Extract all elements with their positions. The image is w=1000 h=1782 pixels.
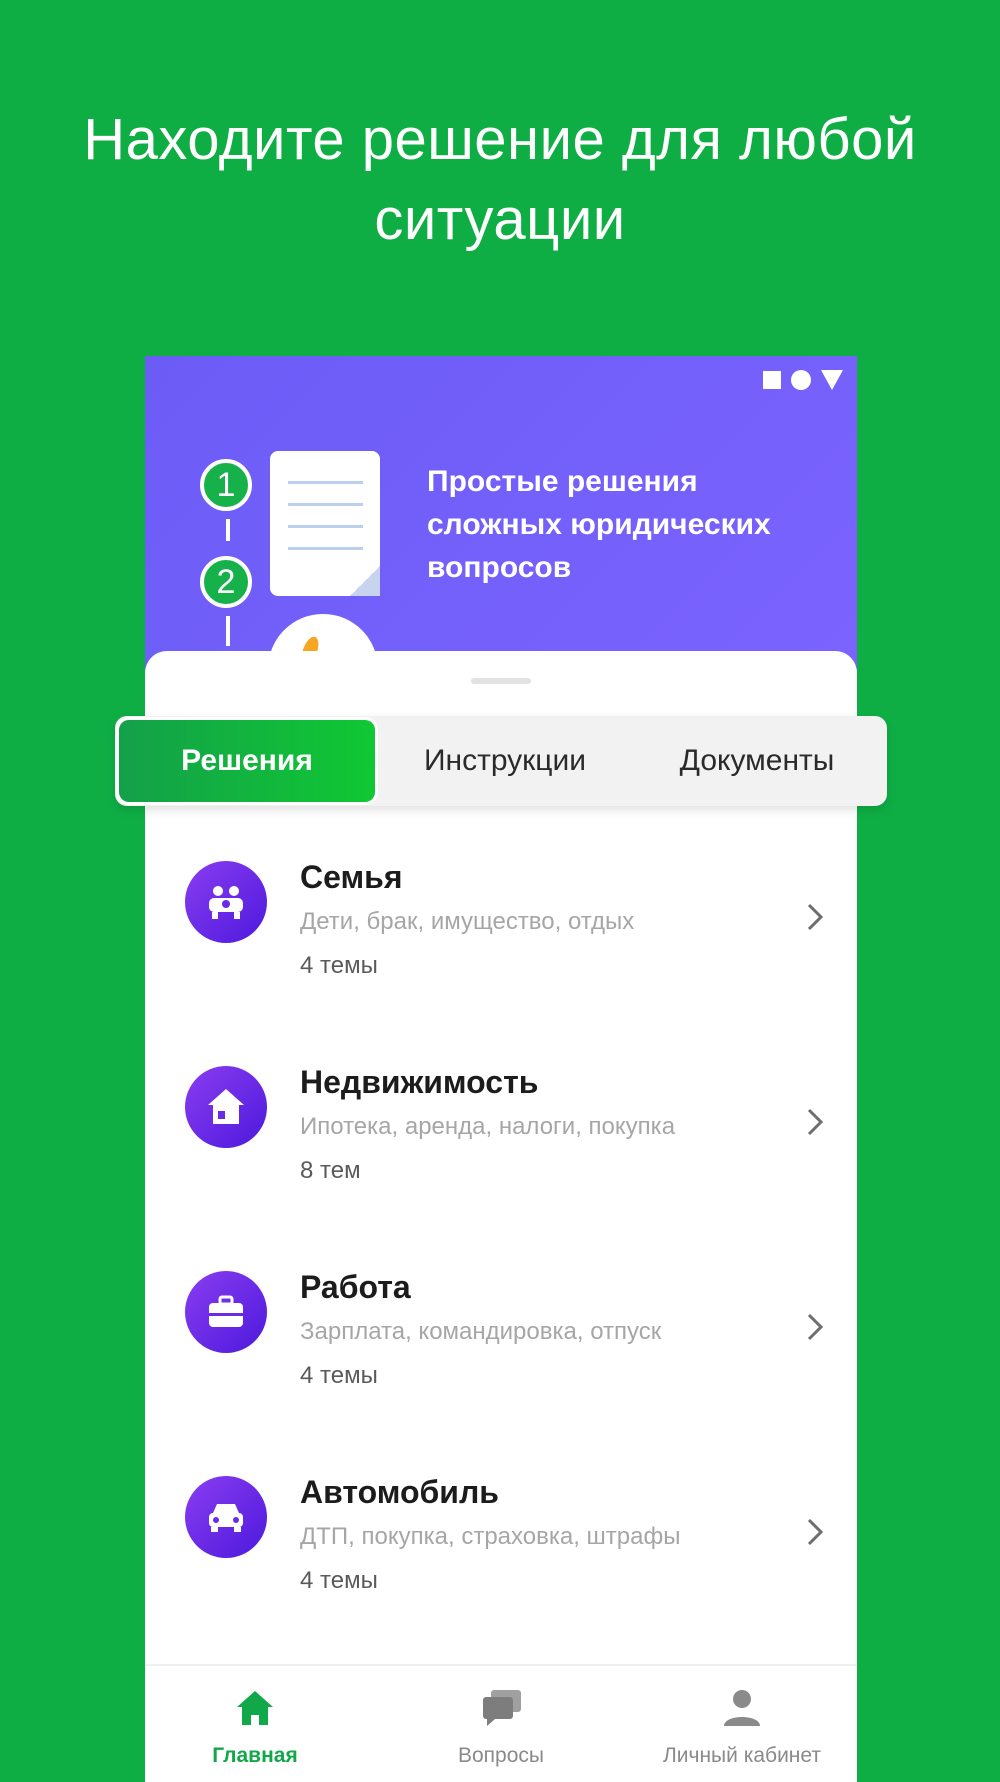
category-subtitle: Ипотека, аренда, налоги, покупка [300,1113,676,1140]
nav-home[interactable]: Главная [175,1666,335,1782]
headline-line-2: ситуации [374,187,626,252]
segmented-tabs: Решения Инструкции Документы [115,716,887,806]
category-count: 4 темы [300,1567,378,1594]
square-status-icon [763,371,781,389]
category-count: 4 темы [300,1362,378,1389]
chevron-right-icon [807,1313,824,1341]
chat-icon [483,1690,521,1726]
nav-questions[interactable]: Вопросы [421,1666,581,1782]
profile-icon [724,1690,760,1726]
chevron-right-icon [807,903,824,931]
nav-profile[interactable]: Личный кабинет [637,1666,847,1782]
family-icon [185,861,267,943]
drag-handle[interactable] [471,678,531,684]
category-count: 8 тем [300,1157,361,1184]
car-icon [185,1476,267,1558]
home-icon [237,1691,273,1725]
banner-text-line: вопросов [427,551,572,584]
briefcase-icon [185,1271,267,1353]
document-illustration [270,451,380,596]
tab-documents[interactable]: Документы [627,716,887,806]
category-title: Недвижимость [300,1064,539,1100]
house-icon [185,1066,267,1148]
circle-status-icon [791,370,811,390]
triangle-status-icon [821,370,843,390]
category-title: Автомобиль [300,1474,499,1510]
step-1-badge: 1 [200,459,252,511]
step-connector [226,519,230,541]
banner-text-line: сложных юридических [427,508,771,541]
nav-label: Личный кабинет [663,1744,821,1767]
phone-screen: 1 2 Простые решения сложных юридических … [115,356,887,1782]
step-connector [226,616,230,646]
status-bar [763,370,843,390]
category-item-car[interactable]: Автомобиль ДТП, покупка, страховка, штра… [145,1441,857,1646]
banner-text: Простые решения сложных юридических вопр… [427,460,827,589]
chevron-right-icon [807,1108,824,1136]
category-subtitle: Зарплата, командировка, отпуск [300,1318,662,1345]
category-count: 4 темы [300,952,378,979]
category-item-family[interactable]: Семья Дети, брак, имущество, отдых 4 тем… [145,826,857,1031]
category-title: Семья [300,859,403,895]
nav-label: Вопросы [457,1744,544,1767]
step-2-badge: 2 [200,556,252,608]
nav-label: Главная [212,1744,298,1767]
category-item-realty[interactable]: Недвижимость Ипотека, аренда, налоги, по… [145,1031,857,1236]
category-item-work[interactable]: Работа Зарплата, командировка, отпуск 4 … [145,1236,857,1441]
tab-instructions[interactable]: Инструкции [385,716,625,806]
promo-headline: Находите решение для любой ситуации [0,100,1000,260]
content-sheet: Решения Инструкции Документы Семья Дети,… [115,651,887,1781]
category-subtitle: Дети, брак, имущество, отдых [300,908,635,935]
headline-line-1: Находите решение для любой [83,107,917,172]
tab-solutions[interactable]: Решения [119,720,375,802]
banner-text-line: Простые решения [427,465,698,498]
chevron-right-icon [807,1518,824,1546]
category-subtitle: ДТП, покупка, страховка, штрафы [300,1523,681,1550]
bottom-nav: Главная Вопросы Личный кабинет [145,1664,857,1782]
promo-banner: 1 2 Простые решения сложных юридических … [145,356,857,676]
category-list: Семья Дети, брак, имущество, отдых 4 тем… [145,826,857,1646]
category-title: Работа [300,1269,411,1305]
